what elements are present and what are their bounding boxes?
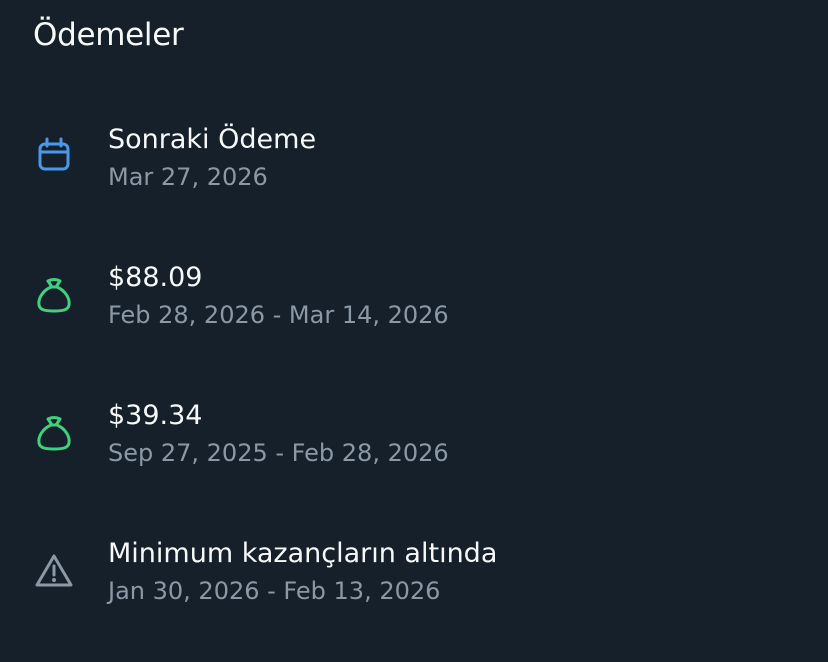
section-title: Ödemeler — [33, 17, 184, 53]
row-title: Sonraki Ödeme — [108, 124, 317, 155]
below-minimum-row[interactable]: Minimum kazançların altında Jan 30, 2026… — [0, 532, 828, 632]
money-bag-icon — [32, 273, 76, 317]
row-title: Minimum kazançların altında — [108, 538, 498, 569]
payout-period: Sep 27, 2025 - Feb 28, 2026 — [108, 439, 449, 467]
payout-row[interactable]: $39.34 Sep 27, 2025 - Feb 28, 2026 — [0, 394, 828, 494]
payout-row[interactable]: $88.09 Feb 28, 2026 - Mar 14, 2026 — [0, 256, 828, 356]
row-subtitle: Jan 30, 2026 - Feb 13, 2026 — [108, 577, 441, 605]
payout-amount: $39.34 — [108, 400, 203, 431]
calendar-icon — [32, 133, 76, 177]
payout-amount: $88.09 — [108, 262, 203, 293]
payout-period: Feb 28, 2026 - Mar 14, 2026 — [108, 301, 449, 329]
warning-icon — [32, 549, 76, 593]
next-payment-row[interactable]: Sonraki Ödeme Mar 27, 2026 — [0, 118, 828, 218]
payouts-page: Ödemeler Sonraki Ödeme Mar 27, 2026 $88.… — [0, 0, 828, 662]
row-subtitle: Mar 27, 2026 — [108, 163, 268, 191]
money-bag-icon — [32, 411, 76, 455]
